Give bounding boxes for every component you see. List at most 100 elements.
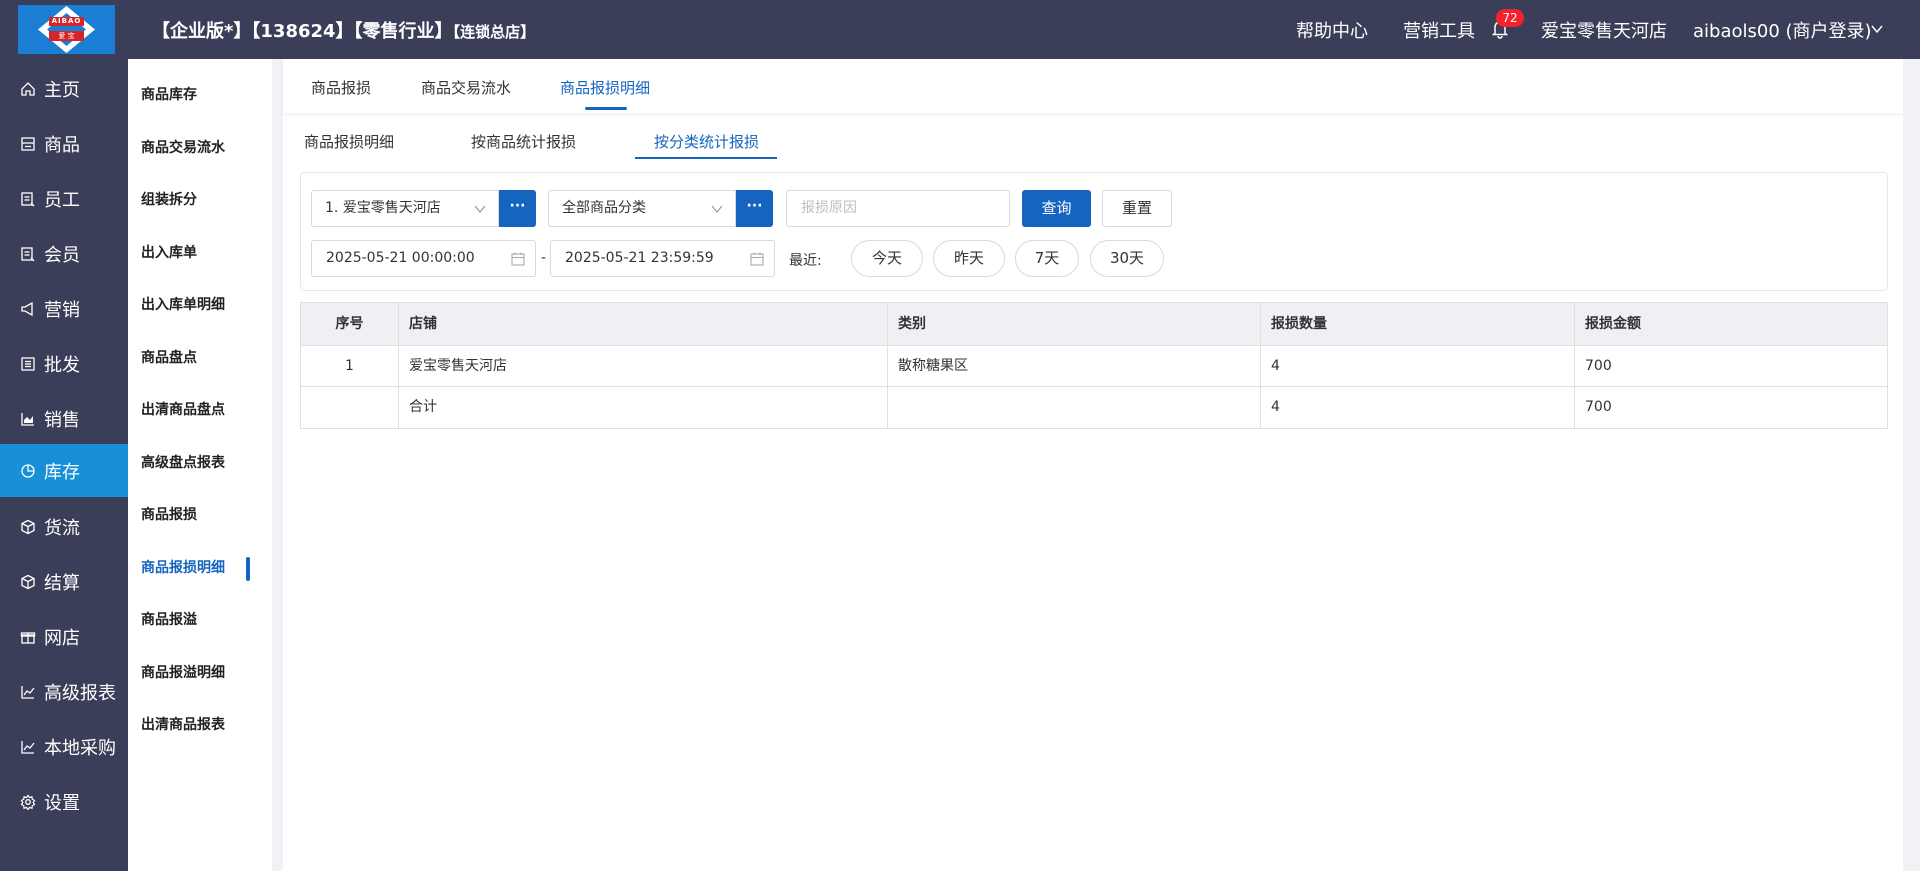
help-center-link[interactable]: 帮助中心 — [1296, 17, 1368, 43]
tab-transactions[interactable]: 商品交易流水 — [421, 77, 511, 98]
nav-item-label: 设置 — [44, 792, 80, 814]
table-cell: 爱宝零售天河店 — [399, 346, 888, 386]
subnav-active-indicator — [246, 557, 250, 581]
nav-item-wholesale[interactable]: 批发 — [0, 337, 128, 390]
nav-item-marketing[interactable]: 营销 — [0, 282, 128, 335]
report-tabs: 商品报损明细 按商品统计报损 按分类统计报损 — [283, 121, 1903, 161]
category-select-value: 全部商品分类 — [562, 200, 646, 216]
user-menu[interactable]: aibaols00 (商户登录) — [1693, 17, 1872, 43]
report-tab-active-underline — [635, 157, 777, 159]
gear-icon — [20, 794, 36, 810]
subnav-item-stock-orders[interactable]: 出入库单 — [141, 241, 197, 265]
nav-item-label: 网店 — [44, 627, 80, 649]
cube-icon — [20, 519, 36, 535]
column-header-category[interactable]: 类别 — [888, 303, 1261, 345]
logo-text-top: AIBAO — [49, 17, 84, 26]
nav-item-sales[interactable]: 销售 — [0, 392, 128, 445]
nav-item-settings[interactable]: 设置 — [0, 775, 128, 828]
logo-text-bottom: 爱 宝 — [49, 31, 84, 41]
nav-item-label: 营销 — [44, 299, 80, 321]
store-select[interactable]: 1. 爱宝零售天河店 — [311, 190, 499, 227]
account-title-store-type: 【连锁总店】 — [452, 23, 536, 41]
notification-badge: 72 — [1496, 9, 1524, 27]
table-row[interactable]: 1 爱宝零售天河店 散称糖果区 4 700 — [301, 346, 1887, 387]
nav-item-advanced-reports[interactable]: 高级报表 — [0, 665, 128, 718]
tab-loss-details[interactable]: 商品报损明细 — [560, 77, 650, 98]
nav-item-settlement[interactable]: 结算 — [0, 555, 128, 608]
quick-range-7days[interactable]: 7天 — [1015, 240, 1079, 277]
calendar-icon — [750, 252, 764, 266]
start-time-value: 2025-05-21 00:00:00 — [326, 250, 475, 266]
page-scrollbar-track[interactable] — [1903, 59, 1920, 871]
tab-loss-detail-list[interactable]: 商品报损明细 — [304, 131, 394, 152]
nav-item-label: 销售 — [44, 409, 80, 431]
query-button[interactable]: 查询 — [1022, 190, 1091, 227]
category-more-button[interactable]: ··· — [736, 190, 773, 227]
table-cell: 700 — [1585, 399, 1612, 415]
chevron-down-icon — [474, 205, 486, 213]
subnav-item-loss-details[interactable]: 商品报损明细 — [141, 556, 225, 580]
loss-reason-input[interactable]: 报损原因 — [786, 190, 1010, 227]
column-header-store[interactable]: 店铺 — [399, 303, 888, 345]
table-total-row: 合计 4 700 — [301, 387, 1887, 428]
wholesale-icon — [20, 356, 36, 372]
column-header-loss-amount[interactable]: 报损金额 — [1575, 303, 1887, 345]
nav-item-home[interactable]: 主页 — [0, 62, 128, 115]
nav-item-logistics[interactable]: 货流 — [0, 500, 128, 553]
subnav-item-stock[interactable]: 商品库存 — [141, 83, 197, 107]
end-time-input[interactable]: 2025-05-21 23:59:59 — [550, 240, 775, 277]
employee-icon — [20, 191, 36, 207]
tab-loss[interactable]: 商品报损 — [311, 77, 371, 98]
main-content: 商品报损 商品交易流水 商品报损明细 商品报损明细 按商品统计报损 按分类统计报… — [283, 59, 1903, 871]
nav-item-local-purchase[interactable]: 本地采购 — [0, 720, 128, 773]
subnav-item-overflow-details[interactable]: 商品报溢明细 — [141, 661, 225, 685]
loss-reason-placeholder: 报损原因 — [801, 200, 857, 216]
nav-item-online-store[interactable]: 网店 — [0, 610, 128, 663]
subnav-item-advanced-stocktake-report[interactable]: 高级盘点报表 — [141, 451, 225, 475]
category-select[interactable]: 全部商品分类 — [548, 190, 736, 227]
current-store-name[interactable]: 爱宝零售天河店 — [1541, 17, 1667, 43]
tab-loss-by-product[interactable]: 按商品统计报损 — [471, 131, 576, 152]
reset-button[interactable]: 重置 — [1102, 190, 1172, 227]
start-time-input[interactable]: 2025-05-21 00:00:00 — [311, 240, 536, 277]
column-header-index[interactable]: 序号 — [301, 303, 399, 345]
subnav-item-clearance-stocktake[interactable]: 出清商品盘点 — [141, 398, 225, 422]
table-cell — [888, 387, 1261, 428]
quick-range-today[interactable]: 今天 — [851, 240, 923, 277]
account-title-main: 【企业版*】【138624】【零售行业】 — [152, 21, 453, 42]
quick-range-yesterday[interactable]: 昨天 — [933, 240, 1005, 277]
tab-loss-by-category[interactable]: 按分类统计报损 — [654, 131, 759, 152]
store-more-button[interactable]: ··· — [499, 190, 536, 227]
pie-chart-icon — [20, 463, 36, 479]
subnav-item-stocktake[interactable]: 商品盘点 — [141, 346, 197, 370]
subnav-item-overflow[interactable]: 商品报溢 — [141, 608, 197, 632]
table-cell: 4 — [1261, 387, 1575, 428]
marketing-tools-link[interactable]: 营销工具 — [1403, 17, 1475, 43]
chevron-down-icon[interactable] — [1870, 22, 1884, 36]
store-select-value: 1. 爱宝零售天河店 — [325, 200, 441, 216]
subnav-item-loss[interactable]: 商品报损 — [141, 503, 197, 527]
account-title: 【企业版*】【138624】【零售行业】【连锁总店】 — [152, 17, 535, 43]
aibao-logo[interactable]: AIBAO 爱 宝 — [18, 5, 115, 54]
sub-sidebar: 商品库存 商品交易流水 组装拆分 出入库单 出入库单明细 商品盘点 出清商品盘点… — [128, 59, 272, 871]
filter-panel: 1. 爱宝零售天河店 ··· 全部商品分类 ··· 报损原因 查询 重置 202… — [300, 172, 1888, 291]
subnav-item-clearance-report[interactable]: 出清商品报表 — [141, 713, 225, 737]
subnav-item-transactions[interactable]: 商品交易流水 — [141, 136, 225, 160]
subnav-item-assembly[interactable]: 组装拆分 — [141, 188, 197, 212]
table-cell: 散称糖果区 — [888, 346, 1261, 386]
nav-item-member[interactable]: 会员 — [0, 227, 128, 280]
nav-item-inventory[interactable]: 库存 — [0, 444, 128, 497]
table-cell: 合计 — [399, 387, 888, 428]
calendar-icon — [511, 252, 525, 266]
nav-item-employee[interactable]: 员工 — [0, 172, 128, 225]
gift-icon — [20, 629, 36, 645]
column-header-loss-qty[interactable]: 报损数量 — [1261, 303, 1575, 345]
table-cell: 1 — [301, 346, 399, 386]
table-cell — [301, 387, 399, 428]
nav-item-label: 本地采购 — [44, 737, 116, 759]
nav-item-product[interactable]: 商品 — [0, 117, 128, 170]
page-tabs: 商品报损 商品交易流水 商品报损明细 — [283, 59, 1903, 113]
quick-range-30days[interactable]: 30天 — [1090, 240, 1164, 277]
subnav-item-stock-order-details[interactable]: 出入库单明细 — [141, 293, 225, 317]
chevron-down-icon — [711, 205, 723, 213]
